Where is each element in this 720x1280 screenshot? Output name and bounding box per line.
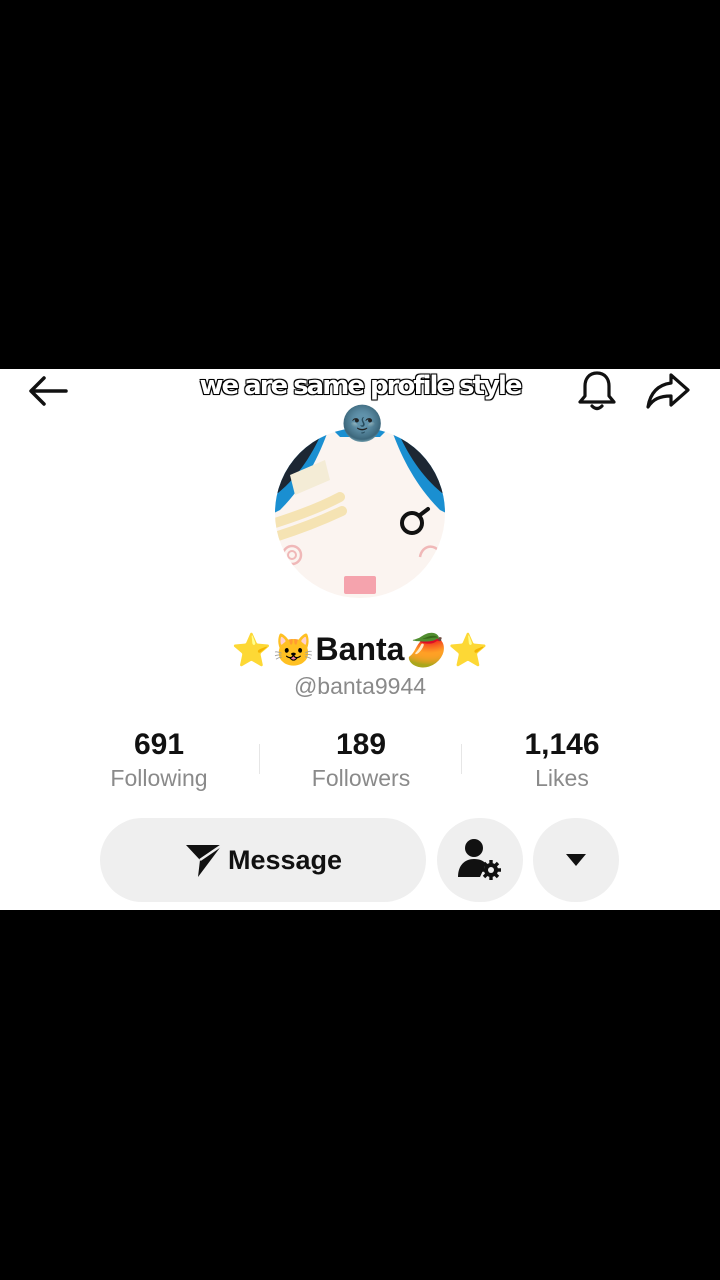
stat-likes[interactable]: 1,146 Likes bbox=[462, 727, 662, 793]
stat-value: 189 bbox=[335, 728, 387, 761]
message-label: Message bbox=[227, 844, 343, 875]
share-button[interactable] bbox=[642, 369, 694, 413]
display-name: Banta bbox=[315, 631, 405, 667]
profile-panel: we are same profile style 🌚 ⭐ 😺 Banta 🥭 … bbox=[0, 369, 720, 910]
stat-label: Followers bbox=[311, 765, 411, 791]
stat-value: 691 bbox=[133, 728, 185, 761]
share-arrow-icon bbox=[646, 373, 690, 409]
star-emoji: ⭐ bbox=[448, 631, 489, 668]
caret-down-icon bbox=[566, 854, 586, 866]
notifications-button[interactable] bbox=[574, 369, 620, 413]
username-handle: @banta9944 bbox=[293, 673, 427, 699]
star-emoji: ⭐ bbox=[231, 631, 272, 668]
send-icon bbox=[185, 843, 223, 877]
stat-divider bbox=[259, 744, 260, 774]
display-name-row: ⭐ 😺 Banta 🥭 ⭐ bbox=[0, 631, 720, 668]
message-button[interactable]: Message bbox=[100, 818, 426, 902]
friend-settings-button[interactable] bbox=[437, 818, 523, 902]
stat-label: Following bbox=[110, 765, 208, 791]
stat-following[interactable]: 691 Following bbox=[59, 727, 259, 793]
mango-emoji: 🥭 bbox=[406, 631, 447, 668]
cat-emoji: 😺 bbox=[273, 631, 314, 668]
stat-followers[interactable]: 189 Followers bbox=[261, 727, 461, 793]
stat-label: Likes bbox=[535, 765, 589, 791]
avatar[interactable]: 🌚 bbox=[270, 405, 450, 605]
user-settings-icon bbox=[458, 839, 501, 880]
bell-icon bbox=[578, 371, 616, 411]
avatar-overlay-emoji: 🌚 bbox=[341, 404, 384, 444]
more-options-button[interactable] bbox=[533, 818, 619, 902]
stat-value: 1,146 bbox=[524, 728, 600, 761]
